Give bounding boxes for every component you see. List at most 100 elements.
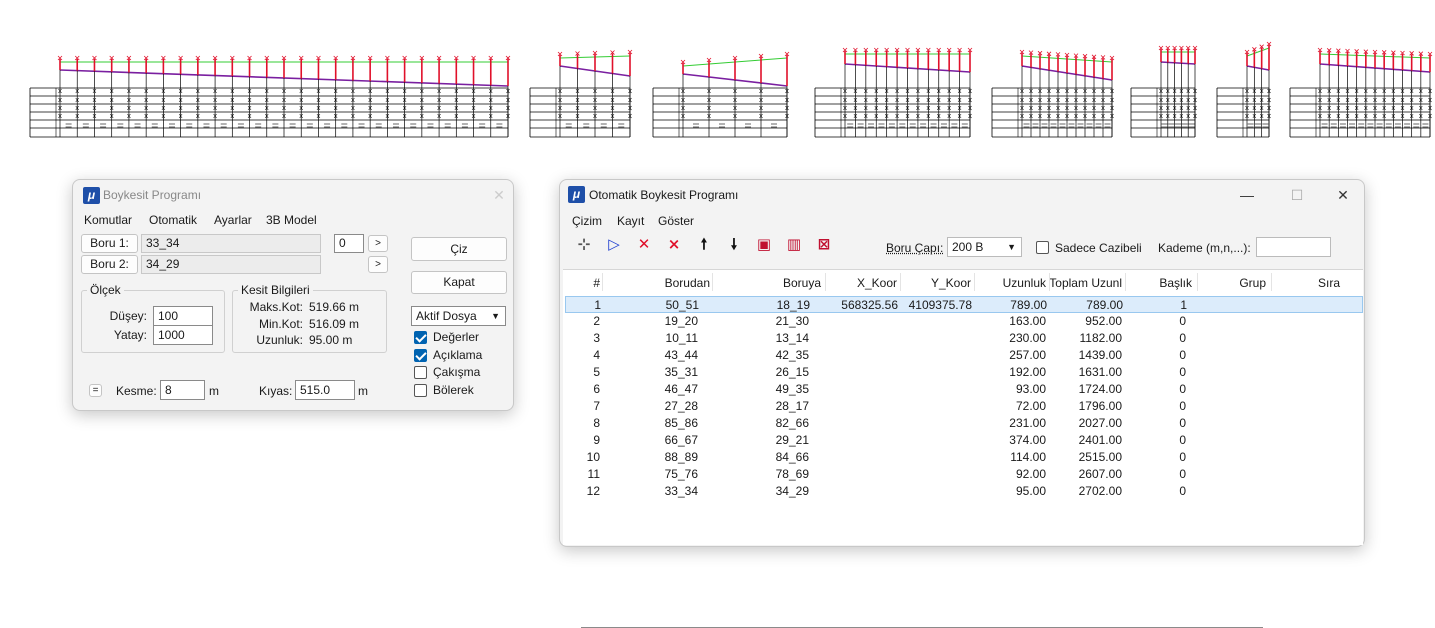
table-cell: 5: [563, 365, 600, 379]
menu-komutlar[interactable]: Komutlar: [84, 213, 132, 227]
table-row[interactable]: 7 27_28 28_17 72.00 1796.00 0: [565, 398, 1363, 415]
table-row[interactable]: 11 75_76 78_69 92.00 2607.00 0: [565, 466, 1363, 483]
table-cell: 1: [1126, 298, 1187, 312]
column-header[interactable]: Grup: [1196, 276, 1266, 290]
kiyas-input[interactable]: 515.0: [295, 380, 355, 400]
column-header[interactable]: Y_Koor: [900, 276, 971, 290]
column-separator[interactable]: [1125, 273, 1126, 291]
table-row[interactable]: 8 85_86 82_66 231.00 2027.00 0: [565, 415, 1363, 432]
column-separator[interactable]: [1271, 273, 1272, 291]
column-separator[interactable]: [1049, 273, 1050, 291]
table-row[interactable]: 5 35_31 26_15 192.00 1631.00 0: [565, 364, 1363, 381]
column-header[interactable]: X_Koor: [825, 276, 897, 290]
table-cell: 3: [563, 331, 600, 345]
table-cell: 257.00: [974, 348, 1046, 362]
column-separator[interactable]: [712, 273, 713, 291]
profile-multi-icon[interactable]: ▥: [783, 234, 805, 256]
boru2-button[interactable]: Boru 2:: [81, 255, 138, 274]
menu-goster[interactable]: Göster: [658, 214, 694, 228]
cad-line: [1247, 66, 1269, 70]
menu-ayarlar[interactable]: Ayarlar: [214, 213, 252, 227]
sadece-cazibeli-checkbox[interactable]: [1036, 241, 1049, 254]
profile-icon[interactable]: ▣: [753, 234, 775, 256]
arrow-down-icon[interactable]: 🠗: [723, 234, 745, 256]
column-separator[interactable]: [900, 273, 901, 291]
min-kot-label: Min.Kot:: [235, 317, 303, 331]
table-cell: 66_67: [603, 433, 698, 447]
delete-all-icon[interactable]: ⨯: [663, 234, 685, 256]
check-1-checkbox[interactable]: [414, 349, 427, 362]
check-2-label: Çakışma: [433, 365, 480, 379]
column-separator[interactable]: [602, 273, 603, 291]
boru1-button[interactable]: Boru 1:: [81, 234, 138, 253]
cad-line: [1247, 48, 1269, 56]
ciz-button[interactable]: Çiz: [411, 237, 507, 261]
table-cell: 952.00: [1049, 314, 1122, 328]
duse-input[interactable]: 100: [153, 306, 213, 326]
check-2-checkbox[interactable]: [414, 366, 427, 379]
column-header[interactable]: Toplam Uzunl: [1049, 276, 1122, 290]
next-button-1[interactable]: >: [368, 235, 388, 252]
column-header[interactable]: Borudan: [603, 276, 710, 290]
counter-input[interactable]: 0: [334, 234, 364, 253]
table-row[interactable]: 4 43_44 42_35 257.00 1439.00 0: [565, 347, 1363, 364]
cad-drawing-canvas[interactable]: [0, 0, 1435, 170]
play-icon[interactable]: ▷: [603, 234, 625, 256]
file-select[interactable]: Aktif Dosya ▼: [411, 306, 506, 326]
table-row[interactable]: 9 66_67 29_21 374.00 2401.00 0: [565, 432, 1363, 449]
table-cell: 10: [563, 450, 600, 464]
pipe-list-grid[interactable]: # Borudan Boruya X_Koor Y_Koor Uzunluk Toplam …: [563, 269, 1363, 545]
kiyas-label: Kıyas:: [259, 384, 292, 398]
delete-x-icon[interactable]: ✕: [633, 234, 655, 256]
column-header[interactable]: #: [563, 276, 600, 290]
minimize-icon[interactable]: —: [1237, 186, 1257, 204]
table-row[interactable]: 1 50_51 18_19 568325.56 4109375.78 789.00 789.…: [565, 296, 1363, 313]
menu-cizim[interactable]: Çizim: [572, 214, 602, 228]
kademe-input[interactable]: [1256, 237, 1331, 257]
column-header[interactable]: Sıra: [1270, 276, 1340, 290]
table-cell: 19_20: [603, 314, 698, 328]
crosshair-icon[interactable]: ⊹: [573, 234, 595, 256]
table-cell: 2515.00: [1049, 450, 1122, 464]
table-cell: 8: [563, 416, 600, 430]
table-row[interactable]: 6 46_47 49_35 93.00 1724.00 0: [565, 381, 1363, 398]
column-header[interactable]: Başlık: [1125, 276, 1192, 290]
table-cell: 1439.00: [1049, 348, 1122, 362]
boru-capi-select[interactable]: 200 B ▼: [947, 237, 1022, 257]
column-header[interactable]: Boruya: [713, 276, 821, 290]
table-row[interactable]: 3 10_11 13_14 230.00 1182.00 0: [565, 330, 1363, 347]
table-cell: 84_66: [713, 450, 809, 464]
table-row[interactable]: 12 33_34 34_29 95.00 2702.00 0: [565, 483, 1363, 500]
close-icon[interactable]: ✕: [489, 186, 509, 204]
table-cell: 34_29: [713, 484, 809, 498]
window-title: Boykesit Programı: [103, 188, 201, 202]
column-separator[interactable]: [974, 273, 975, 291]
menu-3b-model[interactable]: 3B Model: [266, 213, 317, 227]
table-cell: 9: [563, 433, 600, 447]
table-cell: 0: [1125, 331, 1186, 345]
column-separator[interactable]: [825, 273, 826, 291]
check-0-checkbox[interactable]: [414, 331, 427, 344]
close-icon[interactable]: ✕: [1333, 186, 1353, 204]
table-row[interactable]: 2 19_20 21_30 163.00 952.00 0: [565, 313, 1363, 330]
column-header[interactable]: Uzunluk: [974, 276, 1046, 290]
kesme-input[interactable]: 8: [160, 380, 205, 400]
table-cell: 7: [563, 399, 600, 413]
menu-kayit[interactable]: Kayıt: [617, 214, 644, 228]
table-cell: 1724.00: [1049, 382, 1122, 396]
table-row[interactable]: 10 88_89 84_66 114.00 2515.00 0: [565, 449, 1363, 466]
arrow-up-icon[interactable]: 🠕: [693, 234, 715, 256]
yatay-label: Yatay:: [93, 328, 147, 342]
table-cell: 33_34: [603, 484, 698, 498]
next-button-2[interactable]: >: [368, 256, 388, 273]
check-3-checkbox[interactable]: [414, 384, 427, 397]
kapat-button[interactable]: Kapat: [411, 271, 507, 294]
equals-button[interactable]: =: [89, 384, 102, 397]
yatay-input[interactable]: 1000: [153, 325, 213, 345]
table-cell: 27_28: [603, 399, 698, 413]
profile-delete-icon[interactable]: ⊠: [813, 234, 835, 256]
menu-otomatik[interactable]: Otomatik: [149, 213, 197, 227]
column-separator[interactable]: [1197, 273, 1198, 291]
maximize-icon[interactable]: ☐: [1287, 186, 1307, 204]
table-cell: 2702.00: [1049, 484, 1122, 498]
